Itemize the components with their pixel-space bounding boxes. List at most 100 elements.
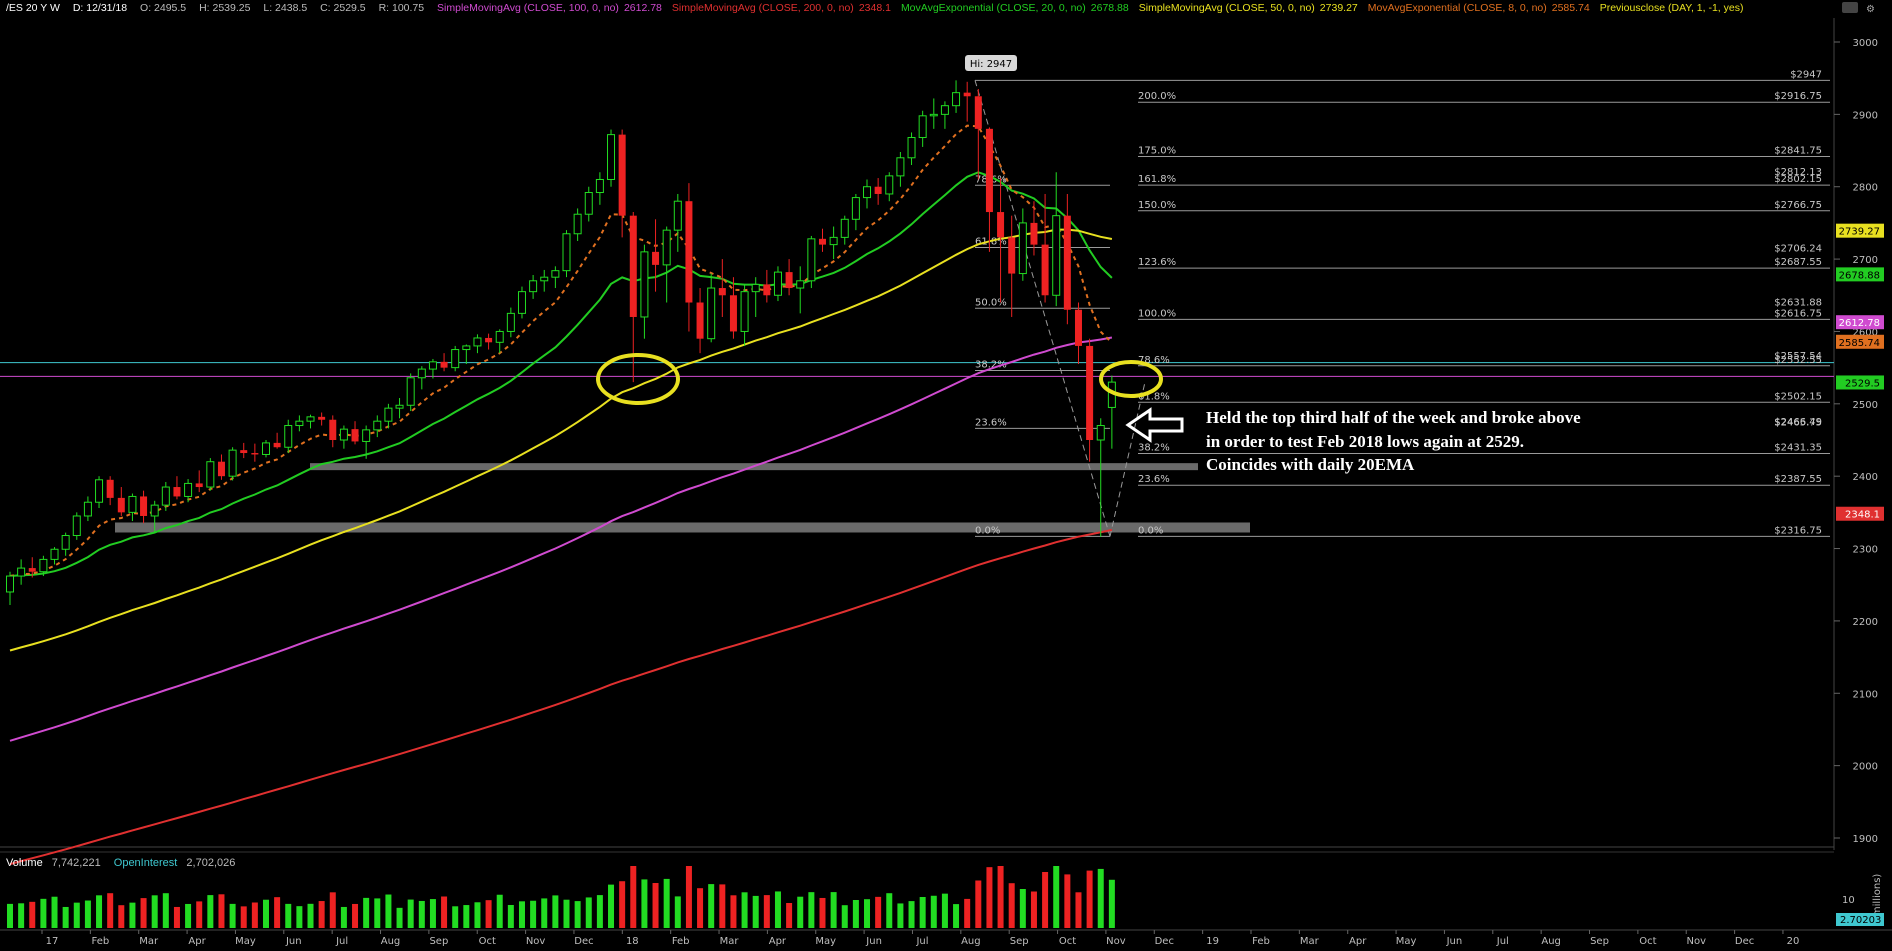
volume-bar — [797, 896, 804, 928]
candle-body — [473, 337, 482, 347]
candle-body — [607, 134, 616, 180]
volume-bar — [685, 866, 692, 928]
candle-body — [773, 271, 782, 296]
candle-body — [195, 483, 203, 488]
fib-price-label: $2431.35 — [1774, 442, 1822, 453]
candle-body — [851, 197, 860, 220]
candle-body — [540, 276, 549, 282]
volume-bar — [830, 892, 837, 928]
fib-pct-label: 100.0% — [1138, 308, 1176, 319]
volume-bar — [697, 888, 704, 928]
volume-bar — [307, 903, 314, 928]
volume-bar — [73, 902, 80, 928]
volume-header: Volume 7,742,221 OpenInterest 2,702,026 — [6, 857, 235, 869]
candle-body — [306, 416, 315, 422]
candle-body — [273, 442, 281, 448]
volume-bar — [140, 898, 147, 928]
candle-body — [740, 291, 749, 332]
volume-bar — [318, 901, 325, 928]
candle-body — [551, 270, 560, 278]
time-axis: 17 Feb Mar Apr May Jun Jul Aug Sep Oct Nov Dec 18 Feb… — [41, 930, 1799, 947]
price-tick-label: 2800 — [1853, 183, 1878, 194]
fib-pct-label: 0.0% — [1138, 525, 1163, 536]
candle-body — [629, 215, 637, 317]
candle-body — [6, 575, 14, 593]
candle-body — [785, 272, 793, 289]
fib-price-label: $2631.88 — [1774, 297, 1822, 308]
volume-bar — [151, 895, 158, 928]
fib-price-label: $2387.55 — [1774, 474, 1822, 485]
time-tick-label: Mar — [1300, 936, 1320, 947]
candle-body — [106, 479, 114, 498]
candle-body — [295, 420, 304, 427]
fib-price-label: $2916.75 — [1774, 91, 1822, 102]
price-badge-label: 2529.5 — [1845, 378, 1880, 389]
candle-body — [150, 504, 159, 517]
candle-body — [652, 251, 660, 265]
candle-body — [1086, 345, 1094, 440]
candle-body — [240, 450, 248, 454]
study-value: 2678.88 — [1091, 2, 1129, 14]
fib-price-label: $2947 — [1790, 69, 1822, 80]
candle-body — [384, 407, 393, 422]
candle-body — [974, 96, 982, 129]
price-tick-label: 2000 — [1853, 762, 1878, 773]
price-tick-label: 2400 — [1853, 472, 1878, 483]
volume-bar — [452, 906, 459, 928]
candle-body — [896, 157, 905, 177]
candle-body — [1018, 222, 1027, 275]
candle-body — [117, 497, 125, 513]
candle-body — [17, 567, 26, 577]
time-tick-label: Feb — [1252, 936, 1270, 947]
time-tick-label: Oct — [1059, 936, 1076, 947]
study-label: MovAvgExponential (CLOSE, 20, 0, no) — [901, 2, 1086, 14]
candle-body — [1074, 309, 1082, 346]
annotation-line-3: Coincides with daily 20EMA — [1206, 455, 1415, 474]
candle-body — [206, 461, 215, 488]
time-tick-label: Nov — [1106, 936, 1126, 947]
candle-body — [406, 377, 415, 406]
study-label: SimpleMovingAvg (CLOSE, 200, 0, no) — [672, 2, 854, 14]
volume-bar — [541, 898, 548, 928]
time-tick-label: Jun — [285, 936, 302, 947]
candle-body — [251, 453, 259, 455]
volume-bar — [619, 881, 626, 928]
candle-body — [485, 337, 493, 343]
hi-marker: Hi: 2947 — [965, 55, 1017, 71]
candle-body — [140, 496, 148, 516]
time-tick-label: Jun — [865, 936, 882, 947]
price-chart[interactable]: /ES 20 Y W D: 12/31/18 O: 2495.5 H: 2539… — [0, 0, 1892, 951]
volume-bar — [485, 900, 492, 928]
time-tick-label: Aug — [1541, 936, 1561, 947]
volume-bar — [1086, 870, 1093, 928]
close-label: C: 2529.5 — [320, 2, 366, 14]
candle-body — [573, 213, 582, 235]
volume-bar — [196, 901, 203, 928]
candle-body — [318, 416, 326, 420]
time-tick-label: Nov — [526, 936, 546, 947]
annotation-line-2: in order to test Feb 2018 lows again at … — [1206, 432, 1524, 451]
candle-body — [517, 291, 526, 314]
volume-bar — [574, 901, 581, 928]
time-tick-label: May — [235, 936, 256, 947]
settings-icon[interactable]: ⚙ — [1866, 4, 1875, 15]
candle-body — [940, 105, 949, 115]
volume-bar — [1008, 883, 1015, 928]
time-tick-label: Mar — [720, 936, 740, 947]
collapse-icon[interactable] — [1842, 2, 1858, 13]
candle-body — [173, 487, 181, 497]
time-tick-label: May — [815, 936, 836, 947]
candle-body — [339, 428, 348, 441]
study-value: 2612.78 — [624, 2, 662, 14]
volume-bar — [1097, 868, 1104, 928]
study-value: 2585.74 — [1552, 2, 1590, 14]
volume-bar — [162, 893, 169, 928]
volume-bar — [474, 902, 481, 928]
candle-body — [685, 201, 693, 303]
volume-bar — [18, 903, 25, 928]
price-tick-label: 2700 — [1853, 255, 1878, 266]
candle-body — [362, 429, 371, 442]
volume-bar — [552, 895, 559, 928]
price-tick-label: 2300 — [1853, 545, 1878, 556]
candle-body — [128, 495, 137, 513]
